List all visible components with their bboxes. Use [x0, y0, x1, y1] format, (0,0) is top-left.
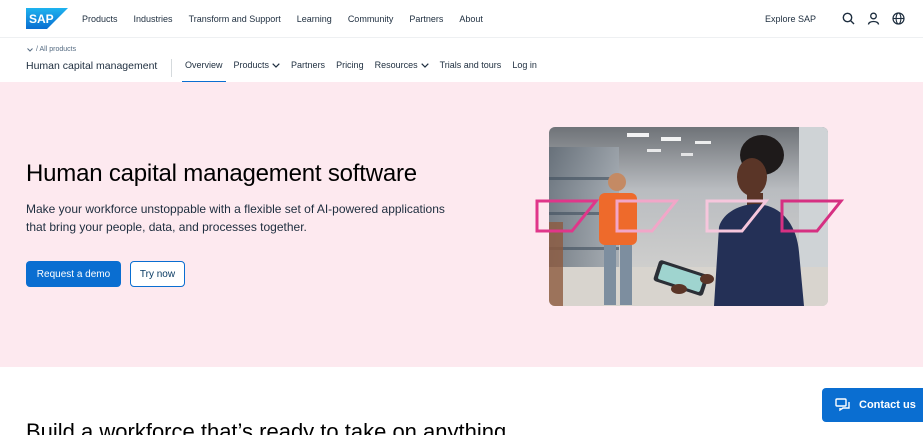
global-nav: SAP Products Industries Transform and Su… — [0, 0, 923, 37]
nav-industries[interactable]: Industries — [134, 14, 173, 24]
subnav-pricing[interactable]: Pricing — [336, 60, 364, 70]
nav-partners[interactable]: Partners — [409, 14, 443, 24]
chat-icon — [835, 398, 851, 412]
subnav-links: Overview Products Partners Pricing Resou… — [182, 60, 548, 83]
product-title[interactable]: Human capital management — [26, 60, 157, 72]
subnav-trials-label: Trials and tours — [439, 60, 502, 70]
chevron-down-icon — [272, 62, 280, 68]
explore-sap-link[interactable]: Explore SAP — [765, 14, 816, 24]
global-nav-links: Products Industries Transform and Suppor… — [82, 0, 499, 37]
subnav-pricing-label: Pricing — [336, 60, 364, 70]
user-icon[interactable] — [866, 12, 880, 26]
global-nav-utilities: Explore SAP — [765, 0, 905, 37]
subnav-divider — [171, 59, 172, 77]
breadcrumb[interactable]: / All products — [27, 46, 76, 53]
hero-image — [549, 127, 828, 306]
request-demo-button[interactable]: Request a demo — [26, 261, 121, 287]
subnav-login-label: Log in — [512, 60, 537, 70]
subnav-resources-label: Resources — [374, 60, 418, 70]
subnav-partners[interactable]: Partners — [291, 60, 325, 70]
subnav-overview-label: Overview — [185, 60, 223, 70]
sap-logo[interactable]: SAP — [26, 8, 68, 29]
nav-transform-and-support[interactable]: Transform and Support — [189, 14, 281, 24]
search-icon[interactable] — [841, 12, 855, 26]
subnav-partners-label: Partners — [291, 60, 326, 70]
section-title: Build a workforce that’s ready to take o… — [26, 419, 507, 435]
globe-icon[interactable] — [891, 12, 905, 26]
nav-products[interactable]: Products — [82, 14, 118, 24]
chevron-down-icon — [27, 47, 33, 52]
hero-description: Make your workforce unstoppable with a f… — [26, 202, 445, 234]
product-subnav: / All products Human capital management … — [0, 37, 923, 83]
hero-title: Human capital management software — [26, 160, 417, 187]
hero-section: Human capital management software Make y… — [0, 82, 923, 367]
nav-learning[interactable]: Learning — [297, 14, 332, 24]
svg-text:SAP: SAP — [29, 12, 54, 26]
breadcrumb-label: / All products — [36, 46, 77, 53]
contact-us-label: Contact us — [859, 399, 916, 411]
try-now-button[interactable]: Try now — [130, 261, 185, 287]
chevron-down-icon — [420, 62, 429, 68]
subnav-products-label: Products — [233, 60, 270, 70]
nav-about[interactable]: About — [459, 14, 483, 24]
subnav-log-in[interactable]: Log in — [512, 60, 537, 70]
subnav-overview[interactable]: Overview — [182, 60, 225, 83]
subnav-trials-and-tours[interactable]: Trials and tours — [440, 60, 502, 70]
nav-community[interactable]: Community — [348, 14, 394, 24]
contact-us-button[interactable]: Contact us — [822, 388, 923, 422]
subnav-products[interactable]: Products — [234, 60, 281, 70]
subnav-resources[interactable]: Resources — [375, 60, 429, 70]
